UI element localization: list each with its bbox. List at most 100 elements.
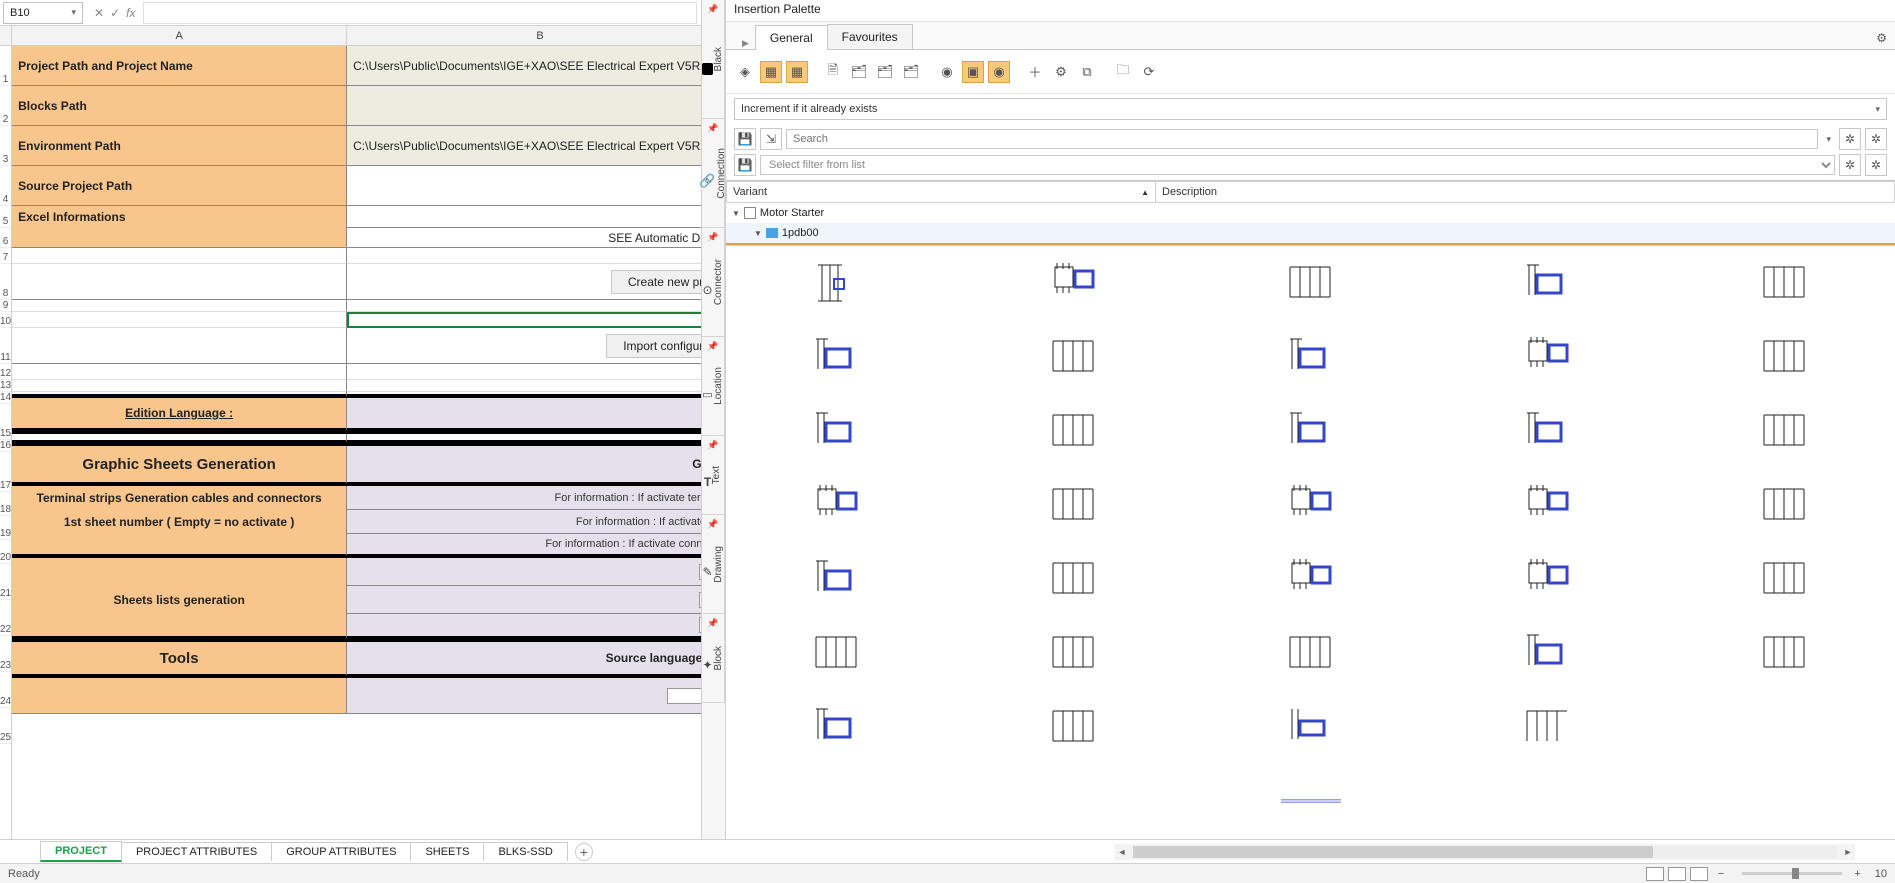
cell-b6[interactable]: SEE Automatic Diagra bbox=[347, 228, 701, 248]
name-box[interactable]: B10 bbox=[3, 2, 83, 24]
side-tab-text[interactable]: 📌TText bbox=[702, 435, 725, 515]
search-input[interactable] bbox=[786, 129, 1818, 149]
col-header-a[interactable]: A bbox=[12, 26, 347, 45]
symbol-thumb[interactable] bbox=[1449, 480, 1646, 530]
create-project-button[interactable]: Create new pro bbox=[611, 270, 701, 294]
description-header[interactable]: Description bbox=[1156, 181, 1895, 203]
side-tab-black[interactable]: 📌Black bbox=[702, 0, 725, 119]
cell-a4[interactable]: Source Project Path bbox=[12, 166, 347, 206]
cell-a5[interactable]: Excel Informations bbox=[12, 206, 347, 228]
cell-b5[interactable]: SEE bbox=[347, 206, 701, 228]
cell-a3[interactable]: Environment Path bbox=[12, 126, 347, 166]
row-number[interactable]: 17 bbox=[0, 452, 11, 492]
side-tab-block[interactable]: 📌✦Block bbox=[702, 613, 725, 703]
symbol-thumb[interactable] bbox=[975, 554, 1172, 604]
symbol-thumb[interactable] bbox=[1212, 258, 1409, 308]
row-number[interactable]: 3 bbox=[0, 126, 11, 166]
symbol-thumb[interactable] bbox=[1449, 406, 1646, 456]
symbol-thumb[interactable] bbox=[1212, 554, 1409, 604]
cell-a17[interactable]: Graphic Sheets Generation bbox=[12, 446, 347, 484]
increment-dropdown[interactable]: Increment if it already exists bbox=[734, 98, 1887, 120]
symbol-thumb[interactable] bbox=[1449, 332, 1646, 382]
row-number[interactable]: 11 bbox=[0, 328, 11, 364]
symbol-thumb[interactable] bbox=[738, 702, 935, 752]
row-number[interactable]: 15 bbox=[0, 404, 11, 440]
cell-b12[interactable] bbox=[347, 364, 701, 380]
save-search-icon[interactable]: 💾 bbox=[734, 128, 756, 150]
symbol-thumb[interactable] bbox=[1212, 332, 1409, 382]
zoom-slider[interactable] bbox=[1742, 872, 1842, 875]
row-number[interactable]: 14 bbox=[0, 392, 11, 404]
tree-plus-icon[interactable]: 🗀 bbox=[1112, 61, 1134, 83]
symbol-thumb[interactable] bbox=[975, 406, 1172, 456]
symbol-thumb[interactable] bbox=[1212, 628, 1409, 678]
symbol-lines[interactable] bbox=[1212, 776, 1409, 826]
row-number[interactable]: 10 bbox=[0, 312, 11, 328]
symbol-thumb[interactable] bbox=[1212, 480, 1409, 530]
cell-a24[interactable]: Tools bbox=[12, 642, 347, 676]
refresh-icon[interactable]: ⟳ bbox=[1138, 61, 1160, 83]
cell-a19[interactable]: 1st sheet number ( Empty = no activate ) bbox=[12, 510, 347, 534]
symbol-thumb[interactable] bbox=[1449, 258, 1646, 308]
row-number[interactable]: 1 bbox=[0, 46, 11, 86]
side-tab-connection[interactable]: 📌🔗Connection bbox=[702, 118, 725, 228]
row-number[interactable]: 4 bbox=[0, 166, 11, 206]
input-box-21[interactable] bbox=[699, 564, 701, 580]
cell-b10-selected[interactable] bbox=[347, 312, 701, 328]
cell-a13[interactable] bbox=[12, 380, 347, 392]
variant-header[interactable]: Variant▲ bbox=[726, 181, 1156, 203]
symbol-thumb[interactable] bbox=[738, 554, 935, 604]
cell-b22[interactable] bbox=[347, 586, 701, 614]
symbol-thumb[interactable] bbox=[1686, 332, 1883, 382]
row-number[interactable]: 2 bbox=[0, 86, 11, 126]
symbol-thumb[interactable] bbox=[1686, 480, 1883, 530]
boxes-icon[interactable]: ▦ bbox=[760, 61, 782, 83]
symbol-thumb[interactable] bbox=[975, 702, 1172, 752]
save-filter-icon[interactable]: 💾 bbox=[734, 154, 756, 176]
tab-blks-ssd[interactable]: BLKS-SSD bbox=[483, 842, 567, 861]
input-box-25[interactable] bbox=[667, 688, 701, 704]
symbol-thumb[interactable] bbox=[738, 332, 935, 382]
search-dropdown[interactable]: ▾ bbox=[1822, 134, 1835, 145]
cell-b17[interactable]: Gener bbox=[347, 446, 701, 484]
symbol-thumb[interactable] bbox=[738, 258, 935, 308]
row-number[interactable]: 7 bbox=[0, 248, 11, 264]
symbol-thumb[interactable] bbox=[1686, 554, 1883, 604]
symbol-thumb[interactable] bbox=[1449, 628, 1646, 678]
cell-b8[interactable]: Create new pro bbox=[347, 264, 701, 300]
side-tab-connector[interactable]: 📌⊙Connector bbox=[702, 227, 725, 337]
plus-icon[interactable]: ＋ bbox=[1024, 61, 1046, 83]
cell-a20[interactable] bbox=[12, 534, 347, 556]
search-gear1-icon[interactable]: ✲ bbox=[1839, 128, 1861, 150]
row-number[interactable]: 23 bbox=[0, 636, 11, 672]
gear-cube-icon[interactable]: ⚙ bbox=[1050, 61, 1072, 83]
cell-a14[interactable] bbox=[12, 392, 347, 397]
symbol-thumb[interactable] bbox=[975, 258, 1172, 308]
symbol-thumb[interactable] bbox=[1449, 702, 1646, 752]
tab-project[interactable]: PROJECT bbox=[40, 841, 122, 862]
cube-hl-icon[interactable]: ▣ bbox=[962, 61, 984, 83]
cell-a15[interactable]: Edition Language : bbox=[12, 398, 347, 431]
tree1-icon[interactable]: 🗂 bbox=[848, 61, 870, 83]
cell-b23[interactable] bbox=[347, 614, 701, 639]
view-normal-icon[interactable] bbox=[1646, 867, 1664, 881]
input-box-22[interactable] bbox=[699, 592, 701, 608]
symbol-thumb[interactable] bbox=[1449, 554, 1646, 604]
cell-b15[interactable] bbox=[347, 398, 701, 431]
row-number[interactable]: 20 bbox=[0, 540, 11, 564]
cell-b4[interactable] bbox=[347, 166, 701, 206]
cell-a23[interactable] bbox=[12, 614, 347, 639]
hscroll-thumb[interactable] bbox=[1133, 846, 1653, 858]
cell-a8[interactable] bbox=[12, 264, 347, 300]
palette-tab-favourites[interactable]: Favourites bbox=[827, 24, 913, 49]
symbol-thumb[interactable] bbox=[1686, 628, 1883, 678]
filter-select[interactable]: Select filter from list bbox=[760, 155, 1835, 175]
row-number[interactable]: 5 bbox=[0, 206, 11, 228]
accept-formula-icon[interactable]: ✓ bbox=[110, 6, 120, 20]
palette-left-arrow[interactable]: ▶ bbox=[742, 38, 749, 49]
input-box-23[interactable] bbox=[699, 617, 701, 633]
cell-a11[interactable] bbox=[12, 328, 347, 364]
symbol-thumb[interactable] bbox=[738, 406, 935, 456]
cell-a2[interactable]: Blocks Path bbox=[12, 86, 347, 126]
symbol-thumb[interactable] bbox=[1212, 702, 1409, 752]
